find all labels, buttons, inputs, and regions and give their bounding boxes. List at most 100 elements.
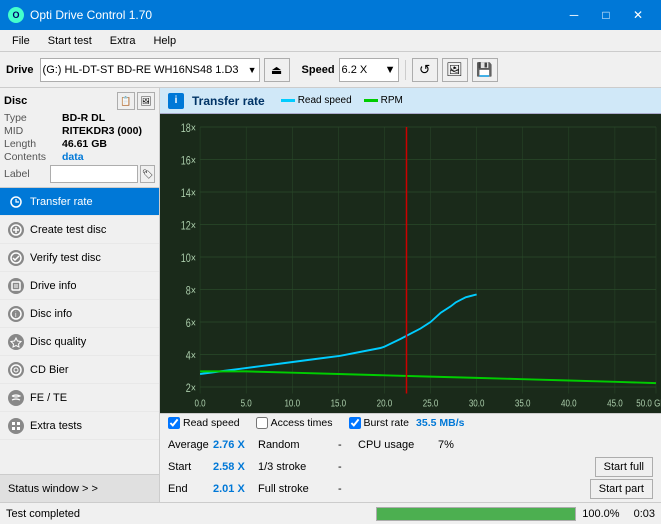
end-value: 2.01 X xyxy=(213,483,258,495)
chevron-down-icon: ▼ xyxy=(248,65,257,75)
create-test-disc-icon xyxy=(8,222,24,238)
svg-text:20.0: 20.0 xyxy=(377,398,393,409)
nav-item-transfer-rate[interactable]: Transfer rate xyxy=(0,188,159,216)
disc-label-row: Label 🏷 xyxy=(4,165,155,183)
full-stroke-value: - xyxy=(338,483,358,495)
chart-legend: Read speed RPM xyxy=(281,95,403,106)
disc-section: Disc 📋 🖼 Type BD-R DL MID RITEKDR3 (000)… xyxy=(0,88,159,188)
svg-text:40.0: 40.0 xyxy=(561,398,577,409)
read-speed-checkbox[interactable] xyxy=(168,417,180,429)
nav-item-disc-quality[interactable]: Disc quality xyxy=(0,328,159,356)
stats-area: Average 2.76 X Random - CPU usage 7% Sta… xyxy=(160,432,661,502)
main-area: Disc 📋 🖼 Type BD-R DL MID RITEKDR3 (000)… xyxy=(0,88,661,502)
maximize-button[interactable]: □ xyxy=(591,0,621,30)
nav-item-cd-bier[interactable]: CD Bier xyxy=(0,356,159,384)
legend-read-speed: Read speed xyxy=(281,95,352,106)
chart-controls: Read speed Access times Burst rate 35.5 … xyxy=(160,413,661,432)
stats-row-start: Start 2.58 X 1/3 stroke - Start full xyxy=(168,456,653,478)
nav-item-label: Disc info xyxy=(30,308,72,320)
start-label: Start xyxy=(168,461,213,473)
drive-label: Drive xyxy=(6,64,34,76)
disc-contents-field: Contents data xyxy=(4,151,155,163)
disc-image-button[interactable]: 🖼 xyxy=(137,92,155,110)
start-full-button[interactable]: Start full xyxy=(595,457,653,477)
save-icon: 💾 xyxy=(476,62,493,78)
svg-text:5.0: 5.0 xyxy=(241,398,252,409)
svg-text:30.0: 30.0 xyxy=(469,398,485,409)
legend-read-speed-label: Read speed xyxy=(298,95,352,106)
progress-bar xyxy=(376,507,576,521)
disc-type-value: BD-R DL xyxy=(62,112,105,124)
svg-text:4×: 4× xyxy=(186,351,196,363)
speed-value: 6.2 X xyxy=(342,64,368,76)
disc-title: Disc xyxy=(4,95,27,107)
disc-length-value: 46.61 GB xyxy=(62,138,107,150)
drive-info-icon xyxy=(8,278,24,294)
one-third-label: 1/3 stroke xyxy=(258,461,338,473)
svg-text:14×: 14× xyxy=(181,188,196,200)
start-part-button[interactable]: Start part xyxy=(590,479,653,499)
nav-item-label: Disc quality xyxy=(30,336,86,348)
status-window-label: Status window > > xyxy=(8,483,98,495)
app-icon: O xyxy=(8,7,24,23)
disc-copy-button[interactable]: 📋 xyxy=(117,92,135,110)
content-area: i Transfer rate Read speed RPM xyxy=(160,88,661,502)
svg-text:45.0: 45.0 xyxy=(607,398,623,409)
nav-item-label: FE / TE xyxy=(30,392,67,404)
save-button[interactable]: 💾 xyxy=(472,58,498,82)
chevron-down-icon: ▼ xyxy=(385,64,396,76)
access-times-checkbox[interactable] xyxy=(256,417,268,429)
refresh-button[interactable]: ↺ xyxy=(412,58,438,82)
read-speed-checkbox-label: Read speed xyxy=(183,417,240,429)
nav-item-extra-tests[interactable]: Extra tests xyxy=(0,412,159,440)
menu-help[interactable]: Help xyxy=(145,33,184,49)
svg-text:6×: 6× xyxy=(186,318,196,330)
minimize-button[interactable]: ─ xyxy=(559,0,589,30)
svg-text:25.0: 25.0 xyxy=(423,398,439,409)
disc-label-input[interactable] xyxy=(50,165,138,183)
close-button[interactable]: ✕ xyxy=(623,0,653,30)
disc-info-icon: i xyxy=(8,306,24,322)
speed-selector[interactable]: 6.2 X ▼ xyxy=(339,58,399,82)
menu-start-test[interactable]: Start test xyxy=(40,33,100,49)
title-text: Opti Drive Control 1.70 xyxy=(30,8,152,22)
nav-item-label: CD Bier xyxy=(30,364,69,376)
svg-text:0.0: 0.0 xyxy=(195,398,206,409)
drive-selector[interactable]: (G:) HL-DT-ST BD-RE WH16NS48 1.D3 ▼ xyxy=(40,58,260,82)
svg-text:15.0: 15.0 xyxy=(331,398,347,409)
status-window-button[interactable]: Status window > > xyxy=(0,474,159,502)
svg-text:50.0 GB: 50.0 GB xyxy=(636,398,661,409)
disc-contents-label: Contents xyxy=(4,151,62,163)
nav-items: Transfer rate Create test disc Verify te… xyxy=(0,188,159,474)
stats-row-average: Average 2.76 X Random - CPU usage 7% xyxy=(168,434,653,456)
disc-label-button[interactable]: 🏷 xyxy=(140,165,155,183)
svg-text:2×: 2× xyxy=(186,383,196,395)
image-button[interactable]: 🖼 xyxy=(442,58,468,82)
disc-quality-icon xyxy=(8,334,24,350)
nav-item-verify-test-disc[interactable]: Verify test disc xyxy=(0,244,159,272)
eject-button[interactable]: ⏏ xyxy=(264,58,290,82)
chart-title: Transfer rate xyxy=(192,94,265,108)
nav-item-label: Verify test disc xyxy=(30,252,101,264)
nav-item-create-test-disc[interactable]: Create test disc xyxy=(0,216,159,244)
menu-file[interactable]: File xyxy=(4,33,38,49)
svg-text:10.0: 10.0 xyxy=(284,398,300,409)
menu-bar: File Start test Extra Help xyxy=(0,30,661,52)
nav-item-disc-info[interactable]: i Disc info xyxy=(0,300,159,328)
chart-area: 18× 16× 14× 12× 10× 8× 6× 4× 2× 0.0 5.0 … xyxy=(160,114,661,413)
nav-item-drive-info[interactable]: Drive info xyxy=(0,272,159,300)
nav-item-fe-te[interactable]: FE / TE xyxy=(0,384,159,412)
svg-text:35.0: 35.0 xyxy=(515,398,531,409)
menu-extra[interactable]: Extra xyxy=(102,33,144,49)
burst-rate-checkbox[interactable] xyxy=(349,417,361,429)
svg-text:10×: 10× xyxy=(181,253,196,265)
status-text: Test completed xyxy=(6,508,370,520)
disc-contents-value[interactable]: data xyxy=(62,151,84,163)
read-speed-checkbox-group: Read speed xyxy=(168,417,240,429)
nav-item-label: Drive info xyxy=(30,280,76,292)
start-value: 2.58 X xyxy=(213,461,258,473)
refresh-icon: ↺ xyxy=(419,62,430,78)
disc-length-field: Length 46.61 GB xyxy=(4,138,155,150)
random-value: - xyxy=(338,439,358,451)
legend-read-speed-color xyxy=(281,99,295,102)
